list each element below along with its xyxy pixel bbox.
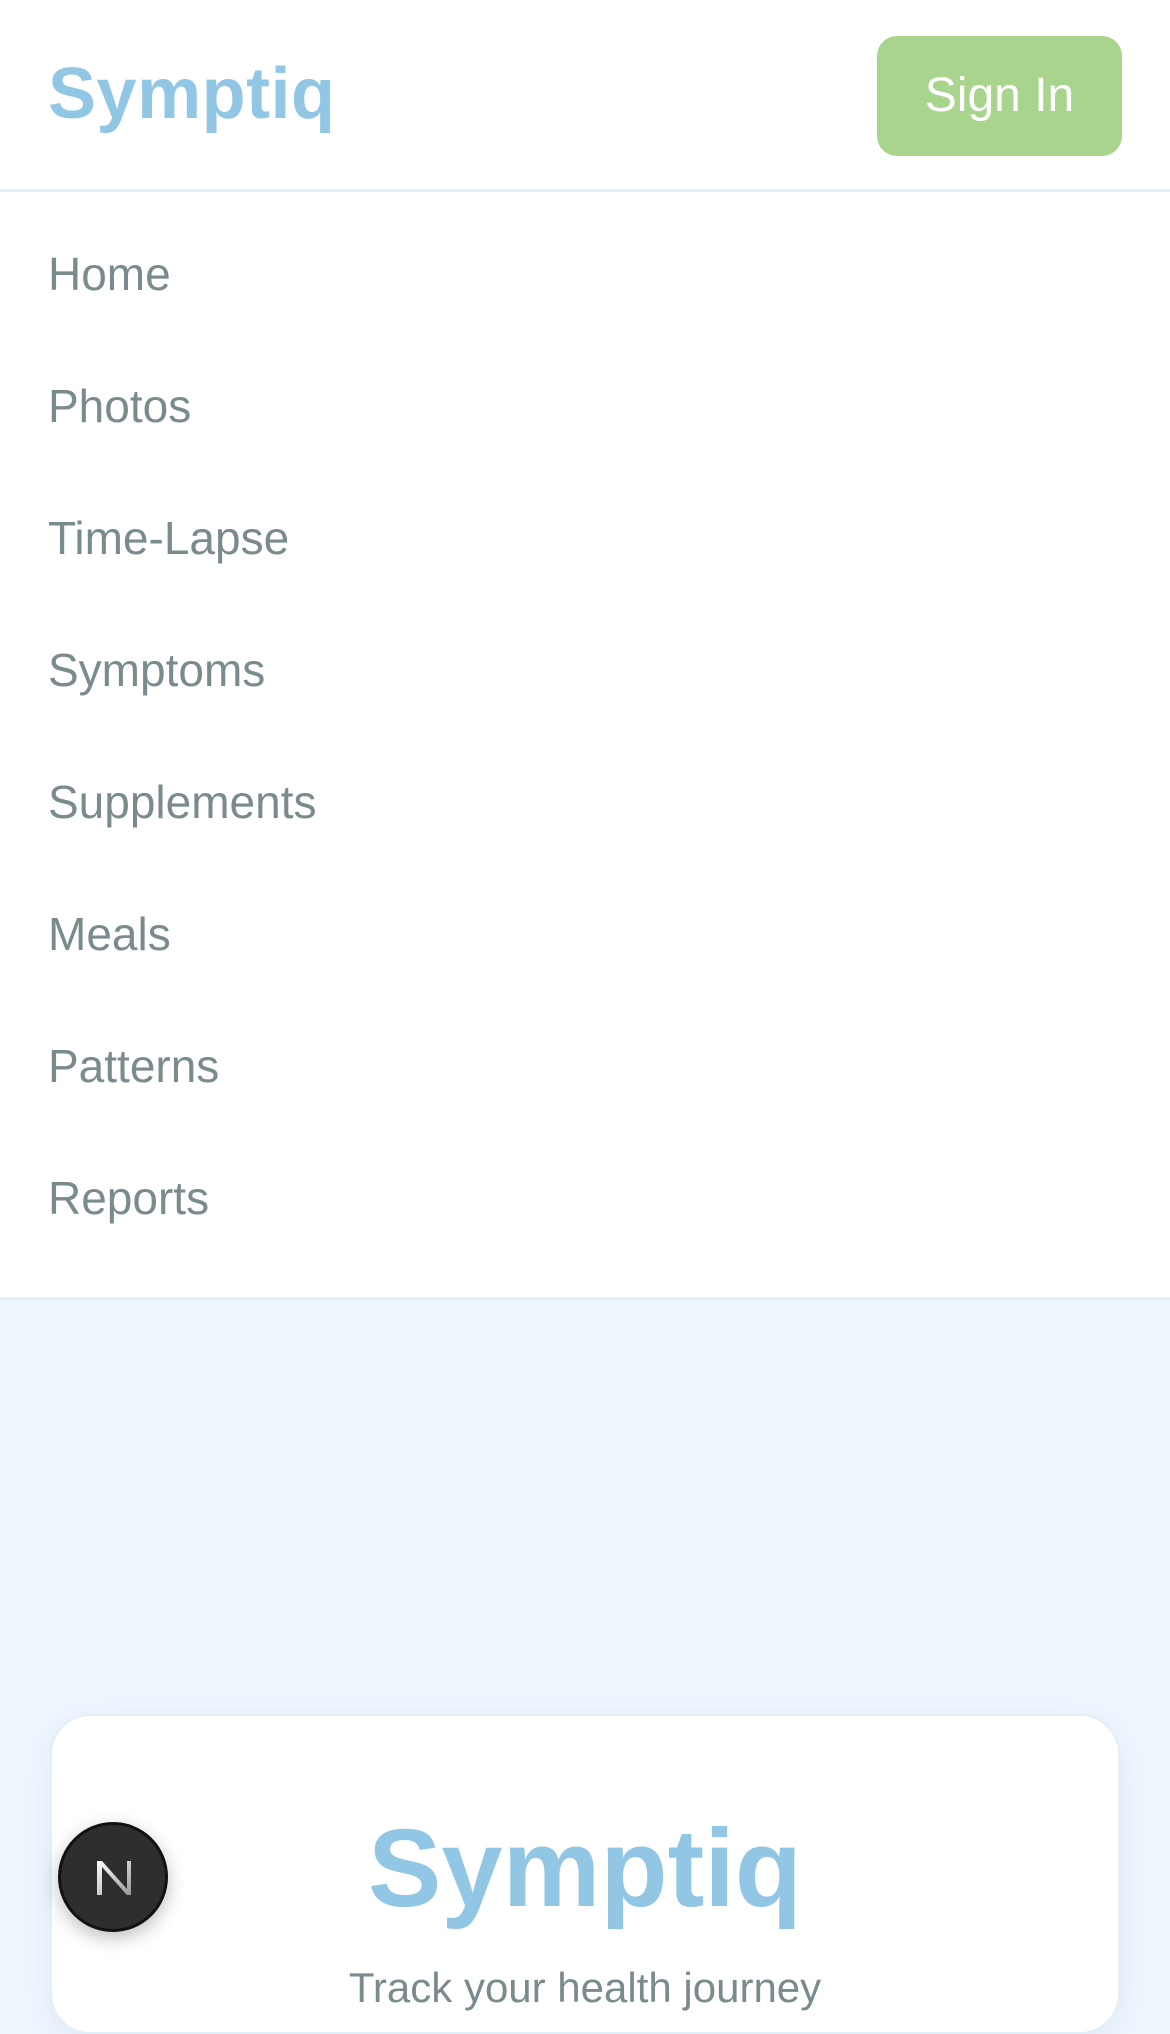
nav-item-time-lapse[interactable]: Time-Lapse <box>48 508 289 568</box>
top-header: Symptiq Sign In <box>0 0 1170 192</box>
nav-item-home[interactable]: Home <box>48 244 171 304</box>
hero-title: Symptiq <box>368 1807 802 1930</box>
nav-item-symptoms[interactable]: Symptoms <box>48 640 265 700</box>
nav-item-supplements[interactable]: Supplements <box>48 772 317 832</box>
nextjs-dev-badge[interactable] <box>58 1822 168 1932</box>
nav-item-reports[interactable]: Reports <box>48 1168 209 1228</box>
app-logo[interactable]: Symptiq <box>48 52 336 136</box>
nav-item-patterns[interactable]: Patterns <box>48 1036 219 1096</box>
nav-item-meals[interactable]: Meals <box>48 904 171 964</box>
nextjs-icon <box>97 1861 131 1895</box>
hero-subtitle: Track your health journey <box>348 1964 822 2011</box>
sign-in-button[interactable]: Sign In <box>877 36 1122 156</box>
nav-item-photos[interactable]: Photos <box>48 376 191 436</box>
main-navigation: Home Photos Time-Lapse Symptoms Suppleme… <box>0 192 1170 1300</box>
